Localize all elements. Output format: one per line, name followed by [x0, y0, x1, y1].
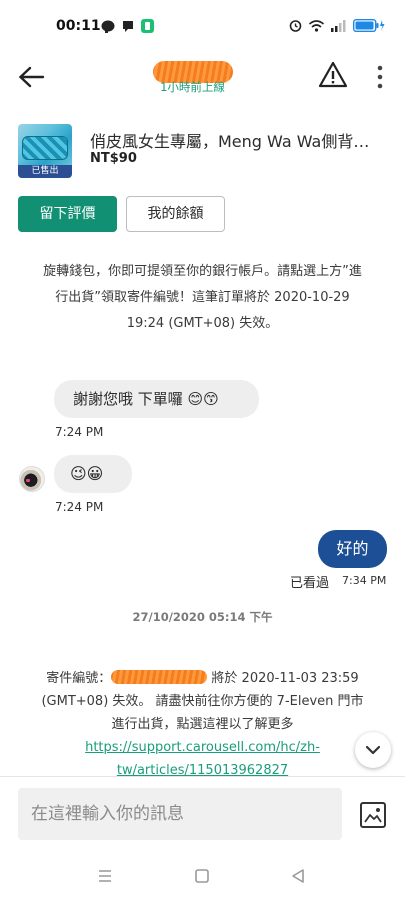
status-system-icons — [289, 19, 385, 32]
alarm-icon — [289, 20, 302, 32]
more-vertical-icon[interactable] — [372, 64, 388, 90]
listing-thumbnail[interactable]: 已售出 — [18, 124, 72, 178]
listing-price: NT$90 — [90, 151, 137, 166]
message-timestamp: 7:34 PM — [342, 574, 387, 587]
app-badge-icon — [141, 19, 154, 33]
my-balance-button[interactable]: 我的餘額 — [126, 196, 225, 232]
image-icon[interactable] — [359, 801, 387, 829]
incoming-message-bubble: 😉😀 — [54, 455, 132, 493]
signal-icon — [331, 19, 346, 32]
status-bar: 00:11 — [0, 0, 405, 52]
incoming-message-bubble: 謝謝您哦 下單囉 😊😙 — [54, 380, 259, 418]
scroll-to-bottom-button[interactable] — [355, 732, 391, 768]
message-input[interactable] — [18, 788, 342, 840]
chevron-down-icon — [365, 745, 381, 755]
sold-badge: 已售出 — [18, 165, 72, 178]
date-separator: 27/10/2020 05:14 下午 — [132, 610, 273, 624]
wifi-icon — [309, 19, 324, 32]
chat-header: 1小時前上線 — [0, 52, 405, 102]
avatar-accent — [26, 479, 30, 482]
bag-image — [22, 136, 68, 160]
help-article-link[interactable]: https://support.carousell.com/hc/zh-tw/a… — [85, 740, 320, 778]
avatar[interactable] — [19, 466, 45, 492]
back-triangle-icon[interactable] — [287, 865, 309, 887]
outgoing-message-bubble: 好的 — [318, 530, 387, 568]
warning-icon[interactable] — [318, 60, 348, 90]
shipping-code-label: 寄件編號： — [46, 671, 112, 686]
messenger-app-icon — [123, 20, 133, 32]
battery-charging-icon — [353, 19, 385, 32]
recents-menu-icon[interactable] — [94, 865, 116, 887]
line-app-icon — [101, 20, 115, 33]
system-message: 旋轉錢包，你即可提領至你的銀行帳戶。請點選上方”進行出貨”領取寄件編號！這筆訂單… — [43, 264, 362, 331]
home-square-icon[interactable] — [191, 865, 213, 887]
shipping-system-message: 寄件編號： 將於 2020-11-03 23:59 (GMT+08) 失效。 請… — [40, 667, 365, 782]
status-time: 00:11 — [56, 18, 101, 34]
read-receipt: 已看過 — [290, 576, 330, 591]
message-timestamp: 7:24 PM — [55, 425, 104, 439]
status-notification-icons — [101, 19, 154, 33]
message-timestamp: 7:24 PM — [55, 500, 104, 514]
leave-review-button[interactable]: 留下評價 — [18, 196, 117, 232]
listing-title[interactable]: 俏皮風女生專屬，Meng Wa Wa側背… — [90, 128, 380, 152]
redacted-shipping-code — [111, 670, 208, 684]
system-navigation-bar — [0, 850, 405, 900]
